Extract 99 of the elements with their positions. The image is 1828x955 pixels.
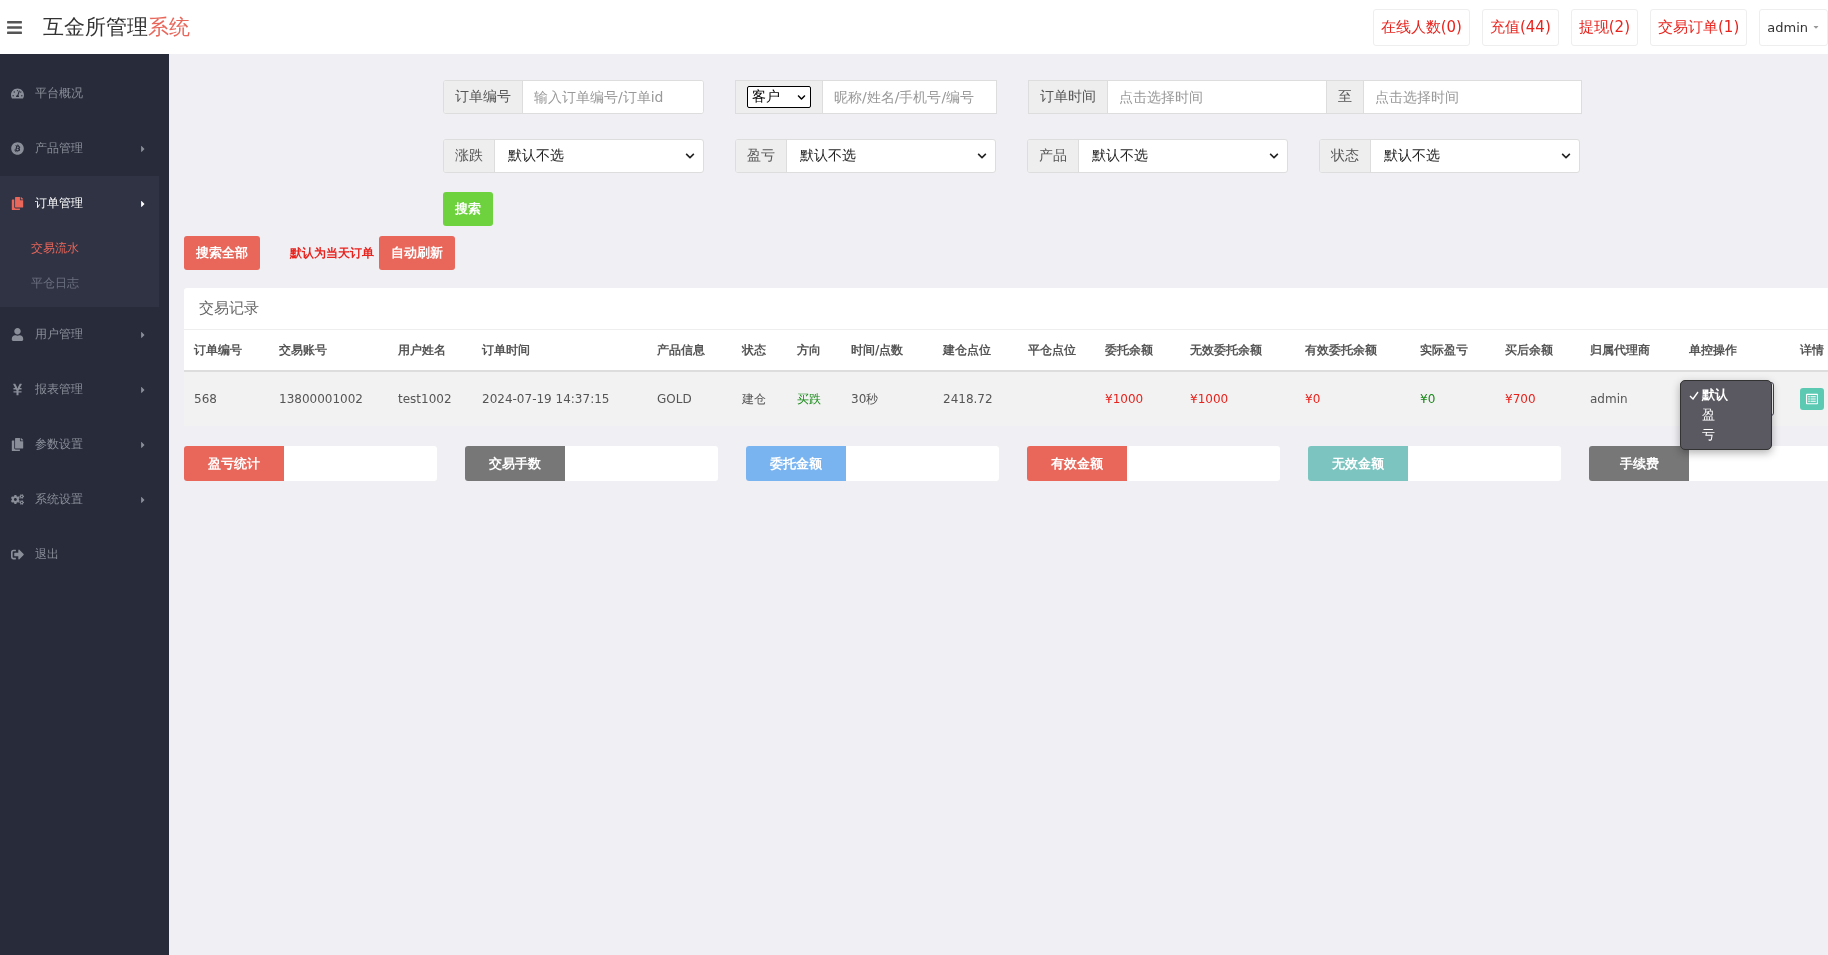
filter-select[interactable]: 产品 默认不选 — [1027, 139, 1288, 173]
auto-refresh-button[interactable]: 自动刷新 — [379, 236, 455, 270]
input-field[interactable]: 昵称/姓名/手机号/编号 — [823, 80, 997, 114]
stat-button[interactable]: 在线人数(0) — [1372, 8, 1470, 46]
summary-label: 盈亏统计 — [184, 446, 284, 481]
menu-option[interactable]: 默认 — [1681, 385, 1771, 405]
column-header: 实际盈亏 — [1420, 341, 1469, 359]
chevron-down-icon — [977, 151, 987, 161]
sidebar-item[interactable]: 系统设置 — [0, 472, 159, 527]
app-title: 互金所管理系统 — [43, 14, 190, 41]
order-number-field[interactable]: 订单编号 输入订单编号/订单id — [443, 80, 704, 114]
field-label: 产品 — [1028, 140, 1079, 172]
column-header: 归属代理商 — [1590, 341, 1651, 359]
table-cell-text: ¥700 — [1505, 392, 1537, 406]
card-title: 交易记录 — [184, 288, 1828, 330]
table-cell-text: 13800001002 — [279, 392, 364, 406]
caret-icon — [139, 198, 147, 209]
caret-icon — [1812, 23, 1820, 31]
column-header: 状态 — [742, 341, 767, 359]
summary-label: 有效金额 — [1027, 446, 1127, 481]
caret-icon — [139, 384, 147, 395]
filter-select[interactable]: 盈亏 默认不选 — [735, 139, 996, 173]
table-cell-text: 30秒 — [851, 390, 880, 408]
field-label: 订单时间 — [1028, 80, 1108, 114]
field-label: 涨跌 — [444, 140, 495, 172]
summary-label: 委托金额 — [746, 446, 846, 481]
column-header: 时间/点数 — [851, 341, 905, 359]
column-header: 订单编号 — [194, 341, 243, 359]
stat-button[interactable]: 充值(44) — [1481, 8, 1559, 46]
caret-icon — [139, 329, 147, 340]
gauge-icon — [9, 86, 25, 101]
stat-button[interactable]: 交易订单(1) — [1650, 8, 1748, 46]
check-icon — [1689, 390, 1699, 400]
column-header: 买后余额 — [1505, 341, 1554, 359]
column-header: 平仓点位 — [1028, 341, 1077, 359]
sidebar-item[interactable]: 用户管理 — [0, 307, 159, 362]
table-cell-text: ¥1000 — [1105, 392, 1145, 406]
column-header: 订单时间 — [482, 341, 531, 359]
sidebar-item[interactable]: 产品管理 — [0, 121, 159, 176]
user-icon — [9, 327, 25, 342]
user-menu-button[interactable]: admin — [1759, 8, 1828, 46]
sidebar-item[interactable]: 平台概况 — [0, 66, 159, 121]
chevron-down-icon — [797, 92, 806, 102]
table-cell-text: ¥1000 — [1190, 392, 1230, 406]
menu-icon[interactable] — [6, 18, 23, 36]
column-header: 单控操作 — [1689, 341, 1738, 359]
table-cell-text: test1002 — [398, 392, 453, 406]
field-label: 盈亏 — [736, 140, 787, 172]
search-all-button[interactable]: 搜索全部 — [184, 236, 260, 270]
caret-icon — [139, 494, 147, 505]
summary-label: 手续费 — [1589, 446, 1689, 481]
document-icon — [9, 437, 25, 452]
column-header: 方向 — [797, 341, 822, 359]
date-input-field[interactable]: 点击选择时间 — [1108, 80, 1327, 114]
sidebar-subitem[interactable]: 交易流水 — [0, 231, 159, 266]
sidebar-item[interactable]: 参数设置 — [0, 417, 159, 472]
bitcoin-icon — [9, 141, 25, 156]
menu-option[interactable]: 亏 — [1681, 425, 1771, 445]
sidebar-item[interactable]: 订单管理 — [0, 176, 159, 231]
caret-icon — [139, 439, 147, 450]
table-cell-text: GOLD — [657, 392, 693, 406]
column-header: 详情 — [1800, 341, 1825, 359]
column-header: 用户姓名 — [398, 341, 447, 359]
exit-icon — [9, 547, 25, 562]
summary-label: 交易手数 — [465, 446, 565, 481]
chevron-down-icon — [1269, 151, 1279, 161]
filter-select[interactable]: 涨跌 默认不选 — [443, 139, 704, 173]
column-header: 建仓点位 — [943, 341, 992, 359]
sidebar-item[interactable]: 退出 — [0, 527, 159, 582]
table-cell-text: 568 — [194, 392, 218, 406]
document-icon — [9, 196, 25, 211]
column-header: 交易账号 — [279, 341, 328, 359]
stat-button[interactable]: 提现(2) — [1570, 8, 1638, 46]
field-label: 状态 — [1320, 140, 1371, 172]
column-header: 无效委托余额 — [1190, 341, 1263, 359]
table-cell-text: admin — [1590, 392, 1629, 406]
table-cell-text: 建仓 — [742, 390, 767, 408]
summary-label: 无效金额 — [1308, 446, 1408, 481]
range-separator: 至 — [1326, 80, 1364, 114]
table-cell-text: ¥0 — [1305, 392, 1322, 406]
table-cell-text: 买跌 — [797, 390, 822, 408]
column-header: 产品信息 — [657, 341, 706, 359]
table-cell-text: 2418.72 — [943, 392, 994, 406]
chevron-down-icon — [1561, 151, 1571, 161]
default-note: 默认为当天订单 — [290, 244, 374, 262]
gears-icon — [9, 492, 25, 507]
caret-icon — [139, 143, 147, 154]
filter-select[interactable]: 状态 默认不选 — [1319, 139, 1580, 173]
chevron-down-icon — [685, 151, 695, 161]
customer-select[interactable]: 客户 — [747, 86, 811, 108]
menu-option[interactable]: 盈 — [1681, 405, 1771, 425]
column-header: 委托余额 — [1105, 341, 1154, 359]
list-icon — [1806, 393, 1818, 405]
date-input-field[interactable]: 点击选择时间 — [1363, 80, 1582, 114]
sidebar-item[interactable]: 报表管理 — [0, 362, 159, 417]
column-header: 有效委托余额 — [1305, 341, 1378, 359]
field-label: 订单编号 — [444, 81, 523, 113]
table-cell-text: 2024-07-19 14:37:15 — [482, 392, 611, 406]
table-cell-text: ¥0 — [1420, 392, 1437, 406]
